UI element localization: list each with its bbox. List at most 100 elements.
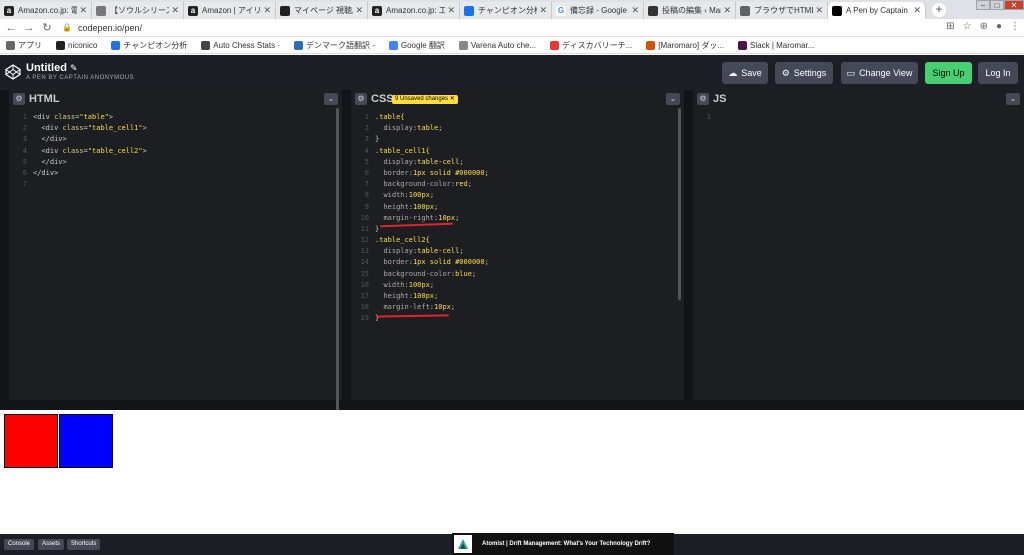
bookmark-item[interactable]: [Maromaro] ダッ...: [646, 40, 724, 51]
code-line[interactable]: height:100px;: [375, 202, 489, 213]
js-chevron-down-icon[interactable]: ⌄: [1006, 93, 1020, 105]
new-tab-icon[interactable]: +: [932, 3, 946, 17]
advertisement-banner[interactable]: Atomist | Drift Management: What's Your …: [452, 533, 674, 555]
browser-tab[interactable]: チャンピオン分析 ✕: [460, 2, 552, 19]
code-line[interactable]: width:100px;: [375, 190, 489, 201]
html-code[interactable]: <div class="table"> <div class="table_ce…: [33, 112, 147, 190]
codepen-logo-icon[interactable]: [5, 64, 21, 80]
settings-button[interactable]: ⚙ Settings: [775, 62, 833, 84]
code-line[interactable]: <div class="table_cell1">: [33, 123, 146, 134]
browser-tab[interactable]: a Amazon.co.jp: 工 ✕: [368, 2, 460, 19]
tab-close-icon[interactable]: ✕: [171, 5, 179, 16]
save-button[interactable]: ☁ Save: [722, 62, 768, 84]
browser-tab[interactable]: 【ソウルシリーズ ✕: [92, 2, 184, 19]
bookmark-item[interactable]: Varena Auto che...: [458, 40, 536, 50]
code-line[interactable]: .table_cell2{: [375, 235, 489, 246]
css-scrollbar[interactable]: [678, 108, 681, 300]
profile-icon[interactable]: ●: [996, 21, 1002, 32]
log-in-button[interactable]: Log In: [978, 62, 1018, 84]
code-line[interactable]: </div>: [33, 157, 147, 168]
sign-up-button[interactable]: Sign Up: [925, 62, 972, 84]
bookmark-item[interactable]: デンマーク語翻訳 -: [293, 40, 375, 51]
tab-close-icon[interactable]: ✕: [263, 5, 271, 16]
unsaved-changes-badge[interactable]: 9 Unsaved changes ✕: [392, 95, 458, 104]
code-line[interactable]: .table_cell1{: [375, 146, 489, 157]
css-settings-gear-icon[interactable]: ⚙: [355, 93, 367, 105]
code-line[interactable]: </div>: [33, 168, 147, 179]
code-line[interactable]: background-color:red;: [375, 179, 489, 190]
code-line[interactable]: margin-left:10px;: [375, 302, 489, 313]
bookmark-favicon-icon: [646, 40, 656, 50]
bookmark-item[interactable]: Slack | Maromar...: [738, 40, 814, 50]
code-line[interactable]: [717, 112, 721, 123]
bookmark-item[interactable]: niconico: [56, 40, 97, 50]
bookmark-item[interactable]: アプリ: [6, 40, 42, 51]
tab-close-icon[interactable]: ✕: [447, 5, 455, 16]
code-line[interactable]: [33, 179, 147, 190]
tab-close-icon[interactable]: ✕: [723, 5, 731, 16]
tab-close-icon[interactable]: ✕: [355, 5, 363, 16]
bookmark-item[interactable]: チャンピオン分析: [111, 40, 187, 51]
code-line[interactable]: </div>: [33, 134, 147, 145]
browser-tab[interactable]: 投稿の編集 ‹ Maro ✕: [644, 2, 736, 19]
assets-button[interactable]: Assets: [38, 539, 65, 550]
tab-close-icon[interactable]: ✕: [815, 5, 823, 16]
tab-close-icon[interactable]: ✕: [79, 5, 87, 16]
code-line[interactable]: <div class="table_cell2">: [33, 146, 146, 157]
code-line[interactable]: margin-right:10px;: [375, 213, 489, 224]
extension-icon[interactable]: ⊕: [980, 21, 988, 32]
forward-icon[interactable]: →: [22, 22, 36, 34]
browser-tab[interactable]: ブラウザでHTML ✕: [736, 2, 828, 19]
change-view-button[interactable]: ▭ Change View: [841, 62, 918, 84]
html-scrollbar[interactable]: [336, 108, 339, 420]
html-settings-gear-icon[interactable]: ⚙: [13, 93, 25, 105]
back-icon[interactable]: ←: [4, 22, 18, 34]
minimize-icon[interactable]: –: [976, 0, 990, 10]
browser-tab[interactable]: マイページ 視聴履✕: [276, 2, 368, 19]
maximize-icon[interactable]: □: [990, 0, 1004, 10]
shortcuts-button[interactable]: Shortcuts: [67, 539, 101, 550]
code-line[interactable]: .table{: [375, 112, 489, 123]
bookmark-label: Auto Chess Stats ·: [213, 40, 280, 50]
bookmark-item[interactable]: Auto Chess Stats ·: [201, 40, 280, 50]
code-line[interactable]: display:table;: [375, 123, 489, 134]
css-chevron-down-icon[interactable]: ⌄: [666, 93, 680, 105]
code-line[interactable]: display:table-cell;: [375, 246, 489, 257]
code-line[interactable]: height:100px;: [375, 291, 489, 302]
console-button[interactable]: Console: [4, 539, 35, 550]
js-editor[interactable]: 1: [693, 108, 1024, 400]
reload-icon[interactable]: ↻: [40, 21, 54, 34]
code-line[interactable]: }: [375, 134, 489, 145]
tab-favicon-icon: [832, 5, 842, 16]
code-line[interactable]: display:table-cell;: [375, 157, 489, 168]
css-code[interactable]: .table{ display:table;} .table_cell1{ dis…: [375, 112, 489, 325]
code-line[interactable]: background-color:blue;: [375, 269, 489, 280]
lock-icon[interactable]: 🔒: [62, 23, 72, 32]
bookmark-star-icon[interactable]: ☆: [963, 21, 972, 32]
html-chevron-down-icon[interactable]: ⌄: [324, 93, 338, 105]
url-field[interactable]: codepen.io/pen/: [78, 23, 142, 33]
code-line[interactable]: border:1px solid #000000;: [375, 168, 488, 179]
tab-close-icon[interactable]: ✕: [913, 5, 921, 16]
browser-tab[interactable]: a Amazon.co.jp: 電 ✕: [0, 2, 92, 19]
bookmark-favicon-icon: [201, 40, 211, 50]
js-settings-gear-icon[interactable]: ⚙: [697, 93, 709, 105]
menu-icon[interactable]: ⋮: [1010, 21, 1020, 32]
bookmark-item[interactable]: Google 翻訳: [388, 40, 445, 51]
browser-tab[interactable]: a Amazon | アイリ ✕: [184, 2, 276, 19]
edit-pencil-icon[interactable]: ✎: [70, 63, 78, 73]
browser-tab[interactable]: G 備忘録 - Google 検✕: [552, 2, 644, 19]
translate-icon[interactable]: ⊞: [946, 21, 954, 32]
html-editor[interactable]: 1 2 3 4 5 6 7 <div class="table"> <div class="…: [9, 108, 342, 400]
tab-close-icon[interactable]: ✕: [539, 5, 547, 16]
pen-title[interactable]: Untitled ✎: [26, 62, 78, 74]
code-line[interactable]: border:1px solid #000000;: [375, 257, 488, 268]
css-editor[interactable]: 1 2 3 4 5 6 7 8 9 10 11 12 13 14 15 16 17 18 19 .table{ di…: [351, 108, 684, 400]
browser-tab[interactable]: A Pen by Captain ✕: [828, 2, 926, 19]
code-line[interactable]: <div class="table">: [33, 112, 147, 123]
bookmark-item[interactable]: ディスカバリーチ...: [550, 40, 632, 51]
tab-close-icon[interactable]: ✕: [631, 5, 639, 16]
close-window-icon[interactable]: ✕: [1004, 0, 1024, 10]
js-code[interactable]: [717, 112, 721, 123]
code-line[interactable]: width:100px;: [375, 280, 489, 291]
